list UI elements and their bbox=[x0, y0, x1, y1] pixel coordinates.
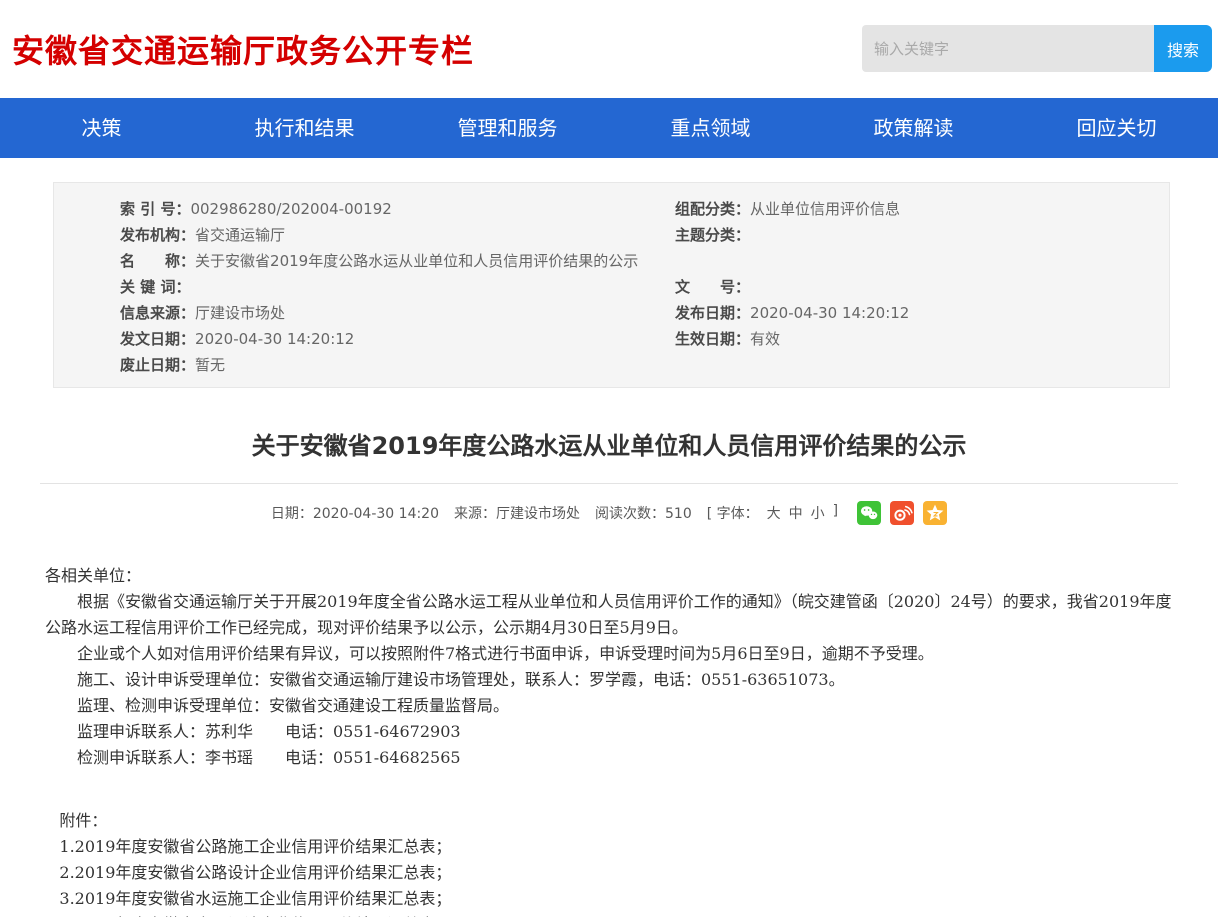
meta-row: 主题分类 bbox=[675, 222, 1169, 248]
article-paragraph: 各相关单位： bbox=[45, 563, 1177, 589]
article-views: 阅读次数：510 bbox=[595, 503, 692, 523]
nav-item[interactable]: 重点领域 bbox=[609, 98, 812, 158]
views-value: 510 bbox=[665, 506, 692, 522]
nav-item-label: 决策 bbox=[82, 116, 122, 140]
article-paragraph: 企业或个人如对信用评价结果有异议，可以按照附件7格式进行书面申诉，申诉受理时间为… bbox=[45, 641, 1177, 667]
attachment-item: 1.2019年度安徽省公路施工企业信用评价结果汇总表； bbox=[45, 834, 1177, 860]
article-title: 关于安徽省2019年度公路水运从业单位和人员信用评价结果的公示 bbox=[60, 426, 1158, 461]
meta-label: 生效日期 bbox=[675, 330, 750, 348]
views-label: 阅读次数： bbox=[595, 506, 665, 522]
date-value: 2020-04-30 14:20 bbox=[313, 506, 439, 522]
wechat-share-icon[interactable] bbox=[857, 501, 881, 525]
meta-label: 主题分类 bbox=[675, 226, 750, 244]
attachments-label: 附件： bbox=[45, 808, 1177, 834]
search-input[interactable] bbox=[862, 25, 1154, 72]
font-ctrl-suffix: ] bbox=[833, 503, 838, 523]
attachment-item: 2.2019年度安徽省公路设计企业信用评价结果汇总表； bbox=[45, 860, 1177, 886]
meta-label: 发文日期 bbox=[120, 330, 195, 348]
meta-value: 暂无 bbox=[195, 356, 225, 374]
search-box: 搜索 bbox=[862, 25, 1212, 72]
nav-item-label: 执行和结果 bbox=[255, 116, 355, 140]
nav-item[interactable]: 管理和服务 bbox=[406, 98, 609, 158]
document-meta-panel: 索 引 号002986280/202004-00192 发布机构省交通运输厅 名… bbox=[53, 182, 1170, 388]
title-divider bbox=[40, 483, 1178, 484]
meta-label: 名 称 bbox=[120, 252, 195, 270]
search-button[interactable]: 搜索 bbox=[1154, 25, 1212, 72]
meta-label: 文 号 bbox=[675, 278, 750, 296]
date-label: 日期： bbox=[271, 506, 313, 522]
article-source: 来源：厅建设市场处 bbox=[454, 503, 580, 523]
meta-row: 信息来源厅建设市场处 bbox=[120, 300, 663, 326]
nav-item[interactable]: 执行和结果 bbox=[203, 98, 406, 158]
weibo-share-icon[interactable] bbox=[890, 501, 914, 525]
meta-label: 发布日期 bbox=[675, 304, 750, 322]
meta-row bbox=[675, 248, 1169, 274]
meta-row: 组配分类从业单位信用评价信息 bbox=[675, 196, 1169, 222]
meta-value: 2020-04-30 14:20:12 bbox=[195, 330, 354, 348]
article-paragraph: 监理、检测申诉受理单位：安徽省交通建设工程质量监督局。 bbox=[45, 693, 1177, 719]
article-info-line: 日期：2020-04-30 14:20 来源：厅建设市场处 阅读次数：510 [… bbox=[0, 501, 1218, 525]
nav-item-label: 政策解读 bbox=[874, 116, 954, 140]
meta-row: 发布日期2020-04-30 14:20:12 bbox=[675, 300, 1169, 326]
meta-value: 省交通运输厅 bbox=[195, 226, 285, 244]
font-size-control: [ 字体： 大 中 小 ] bbox=[707, 503, 838, 523]
font-size-option[interactable]: 小 bbox=[811, 503, 825, 523]
attachment-item: 3.2019年度安徽省水运施工企业信用评价结果汇总表； bbox=[45, 886, 1177, 912]
site-title: 安徽省交通运输厅政务公开专栏 bbox=[12, 26, 474, 72]
meta-label: 索 引 号 bbox=[120, 200, 190, 218]
qzone-share-icon[interactable] bbox=[923, 501, 947, 525]
font-size-option[interactable]: 大 bbox=[767, 503, 781, 523]
meta-row: 生效日期有效 bbox=[675, 326, 1169, 352]
meta-row: 发布机构省交通运输厅 bbox=[120, 222, 663, 248]
page-header: 安徽省交通运输厅政务公开专栏 搜索 bbox=[0, 0, 1218, 98]
meta-label: 组配分类 bbox=[675, 200, 750, 218]
meta-row: 发文日期2020-04-30 14:20:12 bbox=[120, 326, 663, 352]
meta-row: 文 号 bbox=[675, 274, 1169, 300]
share-icons bbox=[857, 501, 947, 525]
attachment-item: 4.2019年度安徽省水运设计企业信用评价结果汇总表 bbox=[45, 912, 1177, 917]
meta-label: 废止日期 bbox=[120, 356, 195, 374]
font-size-option[interactable]: 中 bbox=[789, 503, 803, 523]
nav-item-label: 回应关切 bbox=[1077, 116, 1157, 140]
meta-value: 002986280/202004-00192 bbox=[190, 200, 391, 218]
source-label: 来源： bbox=[454, 506, 496, 522]
article-paragraph: 监理申诉联系人：苏利华 电话：0551-64672903 bbox=[45, 719, 1177, 745]
meta-column-left: 索 引 号002986280/202004-00192 发布机构省交通运输厅 名… bbox=[54, 196, 663, 378]
meta-value: 从业单位信用评价信息 bbox=[750, 200, 900, 218]
meta-label: 发布机构 bbox=[120, 226, 195, 244]
meta-label: 信息来源 bbox=[120, 304, 195, 322]
article-body: 各相关单位： 根据《安徽省交通运输厅关于开展2019年度全省公路水运工程从业单位… bbox=[45, 563, 1177, 917]
article-paragraph: 根据《安徽省交通运输厅关于开展2019年度全省公路水运工程从业单位和人员信用评价… bbox=[45, 589, 1177, 641]
meta-row: 废止日期暂无 bbox=[120, 352, 663, 378]
meta-value: 2020-04-30 14:20:12 bbox=[750, 304, 909, 322]
nav-item[interactable]: 政策解读 bbox=[812, 98, 1015, 158]
meta-value: 关于安徽省2019年度公路水运从业单位和人员信用评价结果的公示 bbox=[195, 252, 638, 270]
meta-value: 厅建设市场处 bbox=[195, 304, 285, 322]
nav-item-label: 重点领域 bbox=[671, 116, 751, 140]
meta-label: 关 键 词 bbox=[120, 278, 190, 296]
article-paragraph: 检测申诉联系人：李书瑶 电话：0551-64682565 bbox=[45, 745, 1177, 771]
meta-row: 关 键 词 bbox=[120, 274, 663, 300]
attachment-list: 附件： 1.2019年度安徽省公路施工企业信用评价结果汇总表； 2.2019年度… bbox=[45, 808, 1177, 917]
article-paragraph: 施工、设计申诉受理单位：安徽省交通运输厅建设市场管理处，联系人：罗学霞，电话：0… bbox=[45, 667, 1177, 693]
nav-item-label: 管理和服务 bbox=[458, 116, 558, 140]
source-value: 厅建设市场处 bbox=[496, 506, 580, 522]
meta-row: 索 引 号002986280/202004-00192 bbox=[120, 196, 663, 222]
nav-bar: 决策 执行和结果 管理和服务 重点领域 政策解读 回应关切 bbox=[0, 98, 1218, 158]
meta-column-right: 组配分类从业单位信用评价信息 主题分类 文 号 发布日期2020-04-30 1… bbox=[663, 196, 1169, 378]
nav-item[interactable]: 决策 bbox=[0, 98, 203, 158]
meta-row: 名 称关于安徽省2019年度公路水运从业单位和人员信用评价结果的公示 bbox=[120, 248, 663, 274]
article-date: 日期：2020-04-30 14:20 bbox=[271, 503, 439, 523]
nav-item[interactable]: 回应关切 bbox=[1015, 98, 1218, 158]
meta-value: 有效 bbox=[750, 330, 780, 348]
font-ctrl-prefix: [ 字体： bbox=[707, 503, 759, 523]
